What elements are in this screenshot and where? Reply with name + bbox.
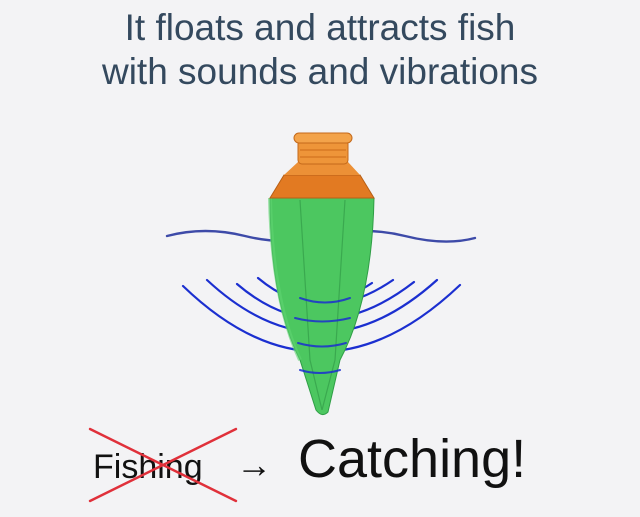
arrow-icon: → — [236, 444, 272, 485]
float-body — [268, 197, 375, 416]
new-word-catching: Catching! — [298, 429, 527, 489]
old-word-fishing: Fishing — [93, 448, 203, 486]
float-cap — [269, 132, 375, 199]
tagline: Fishing → Catching! — [0, 425, 640, 505]
